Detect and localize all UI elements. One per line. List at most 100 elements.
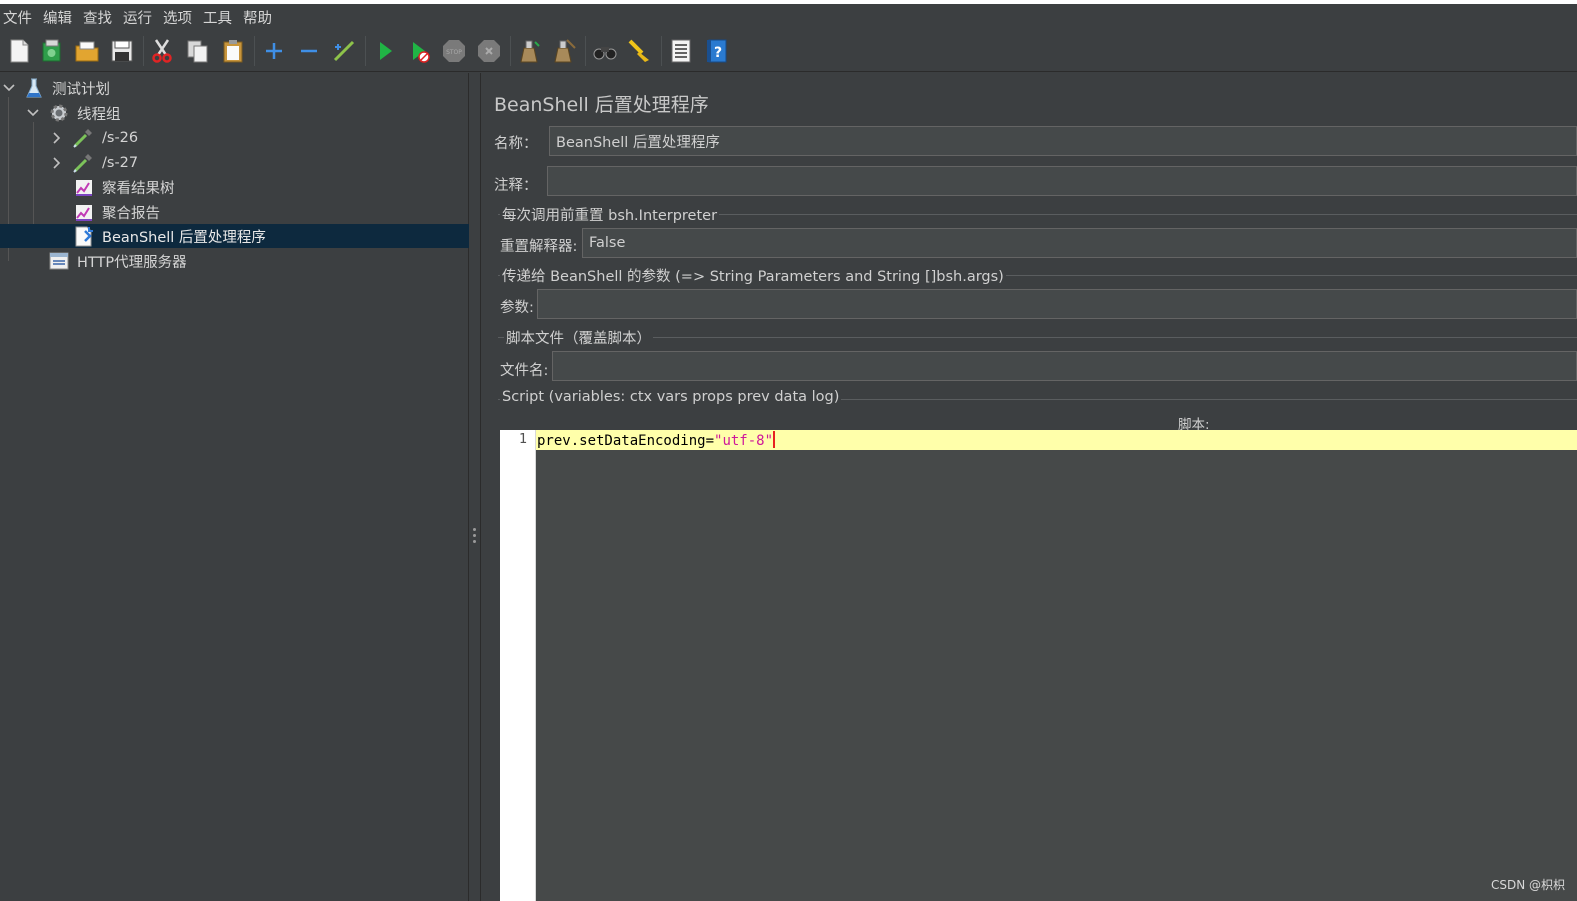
start-no-pauses-button[interactable]	[406, 37, 434, 65]
cut-button[interactable]	[148, 37, 176, 65]
chevron-right-icon[interactable]	[50, 156, 64, 170]
menu-tools[interactable]: 工具	[203, 7, 232, 28]
pane-splitter[interactable]	[469, 73, 481, 901]
tree-item-label: BeanShell 后置处理程序	[102, 229, 266, 246]
gear-icon	[50, 104, 68, 122]
tree-item-http-proxy-server[interactable]: HTTP代理服务器	[0, 249, 469, 273]
help-icon: ?	[707, 39, 727, 63]
expand-icon	[266, 43, 282, 59]
tree-item-label: HTTP代理服务器	[77, 254, 187, 271]
menu-file[interactable]: 文件	[3, 7, 32, 28]
cut-icon	[152, 39, 172, 63]
menu-help[interactable]: 帮助	[243, 7, 272, 28]
panel-title: BeanShell 后置处理程序	[494, 94, 709, 116]
paste-icon	[223, 40, 243, 63]
parameters-field[interactable]	[537, 289, 1577, 319]
line-number: 1	[518, 431, 527, 447]
toolbar: STOP ?	[0, 30, 1577, 72]
menu-bar: 文件 编辑 查找 运行 选项 工具 帮助	[0, 4, 1577, 30]
menu-run[interactable]: 运行	[123, 7, 152, 28]
toggle-button[interactable]	[330, 37, 358, 65]
svg-text:?: ?	[714, 45, 722, 61]
text-caret	[773, 431, 776, 448]
tree-item-test-plan[interactable]: 测试计划	[0, 76, 469, 100]
menu-options[interactable]: 选项	[163, 7, 192, 28]
tree-item-beanshell-postprocessor[interactable]: BeanShell 后置处理程序	[0, 224, 469, 248]
clear-icon	[520, 40, 540, 63]
save-icon	[111, 40, 133, 62]
search-icon	[593, 47, 617, 60]
clear-all-button[interactable]	[550, 37, 578, 65]
pipette-icon	[73, 129, 92, 148]
open-icon	[75, 41, 99, 62]
collapse-all-button[interactable]	[295, 37, 323, 65]
paste-button[interactable]	[219, 37, 247, 65]
start-button[interactable]	[371, 37, 399, 65]
script-file-group-title: 脚本文件（覆盖脚本）	[504, 327, 653, 348]
parameters-group-title: 传递给 BeanShell 的参数 (=> String Parameters …	[500, 265, 1006, 286]
chevron-right-icon[interactable]	[50, 131, 64, 145]
comment-field[interactable]	[547, 166, 1577, 196]
script-group-title: Script (variables: ctx vars props prev d…	[500, 389, 842, 405]
watermark: CSDN @枳枳	[1490, 878, 1565, 892]
clear-button[interactable]	[515, 37, 543, 65]
collapse-icon	[301, 49, 317, 53]
script-code-line[interactable]: prev.setDataEncoding="utf-8"	[537, 431, 776, 449]
reset-search-button[interactable]	[626, 37, 654, 65]
stop-button[interactable]: STOP	[440, 37, 468, 65]
comment-label: 注释：	[494, 178, 538, 194]
tree-item-sampler-s27[interactable]: /s-27	[0, 151, 469, 175]
expand-all-button[interactable]	[260, 37, 288, 65]
search-button[interactable]	[591, 37, 619, 65]
templates-button[interactable]	[38, 37, 66, 65]
test-plan-tree: 测试计划 线程组 /s-26 /s-27 察看结果树 聚合报告 BeanShel…	[0, 73, 469, 901]
tree-item-label: 测试计划	[52, 81, 110, 98]
start-no-pause-icon	[413, 42, 430, 63]
templates-icon	[42, 39, 61, 62]
chevron-down-icon[interactable]	[26, 106, 40, 120]
tree-item-sampler-s26[interactable]: /s-26	[0, 126, 469, 150]
beanshell-postprocessor-panel: BeanShell 后置处理程序 名称： BeanShell 后置处理程序 注释…	[482, 73, 1577, 901]
menu-search[interactable]: 查找	[83, 7, 112, 28]
pipette-icon	[73, 154, 92, 173]
reset-interpreter-group-title: 每次调用前重置 bsh.Interpreter	[500, 204, 720, 225]
stop-icon: STOP	[443, 40, 465, 62]
open-button[interactable]	[73, 37, 101, 65]
reset-search-icon	[628, 39, 649, 62]
save-button[interactable]	[108, 37, 136, 65]
tree-item-aggregate-report[interactable]: 聚合报告	[0, 200, 469, 224]
function-helper-icon	[671, 39, 691, 63]
chevron-down-icon[interactable]	[2, 81, 16, 95]
name-label: 名称：	[494, 136, 538, 152]
shutdown-button[interactable]	[475, 37, 503, 65]
tree-item-label: 察看结果树	[102, 180, 175, 197]
code-string-literal: "utf-8"	[714, 433, 774, 449]
tree-item-label: /s-27	[102, 155, 139, 171]
name-field[interactable]: BeanShell 后置处理程序	[549, 126, 1577, 156]
function-helper-button[interactable]	[667, 37, 695, 65]
tree-item-thread-group[interactable]: 线程组	[0, 101, 469, 125]
help-button[interactable]: ?	[703, 37, 731, 65]
script-doc-icon	[75, 226, 93, 247]
new-button[interactable]	[5, 37, 33, 65]
tree-item-label: /s-26	[102, 130, 139, 146]
new-icon	[10, 39, 29, 63]
tree-item-label: 线程组	[77, 106, 121, 123]
listener-chart-icon	[76, 180, 92, 196]
shutdown-icon	[478, 40, 500, 62]
clear-all-icon	[554, 39, 576, 63]
svg-text:STOP: STOP	[446, 49, 462, 56]
listener-chart-icon	[76, 205, 92, 221]
reset-interpreter-select[interactable]: False	[582, 228, 1577, 258]
flask-icon	[26, 78, 42, 98]
script-editor[interactable]: 1 prev.setDataEncoding="utf-8"	[500, 430, 1577, 901]
copy-button[interactable]	[184, 37, 212, 65]
code-statement: prev.setDataEncoding=	[537, 433, 715, 449]
copy-icon	[187, 40, 208, 63]
tree-item-view-results-tree[interactable]: 察看结果树	[0, 175, 469, 199]
parameters-label: 参数:	[500, 300, 534, 316]
proxy-server-icon	[49, 252, 69, 270]
file-name-field[interactable]	[552, 351, 1577, 381]
menu-edit[interactable]: 编辑	[43, 7, 72, 28]
file-name-label: 文件名:	[500, 363, 549, 379]
